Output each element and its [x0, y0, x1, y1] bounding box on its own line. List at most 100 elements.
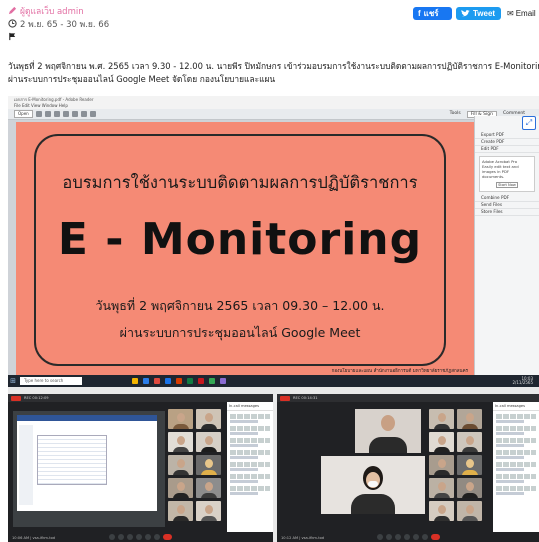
open-button[interactable]: Open: [14, 110, 33, 118]
participant-tile[interactable]: [429, 409, 454, 429]
leave-call-button[interactable]: [163, 534, 172, 540]
email-icon[interactable]: [53, 111, 60, 117]
participant-tile[interactable]: [457, 501, 482, 521]
windows-taskbar: ⊞ Type here to search 10:03 2/11/2565: [8, 375, 539, 387]
taskbar-apps: [132, 378, 226, 384]
next-page-icon[interactable]: [71, 111, 78, 117]
participant-face: [204, 436, 213, 445]
participant-body: [433, 424, 450, 429]
chat-message-body: [496, 420, 524, 423]
participant-face: [437, 505, 446, 514]
twitter-share-button[interactable]: Tweet: [456, 7, 501, 20]
participant-tile[interactable]: [429, 432, 454, 452]
participant-face: [204, 482, 213, 491]
post-date: 2 พ.ย. 65 - 30 พ.ย. 66: [20, 19, 110, 30]
windows-start-icon[interactable]: ⊞: [8, 375, 18, 387]
captions-icon[interactable]: [127, 534, 133, 540]
prev-page-icon[interactable]: [62, 111, 69, 117]
participant-face: [204, 413, 213, 422]
chat-message-body: [496, 480, 524, 483]
participant-tile[interactable]: [168, 501, 193, 521]
participant-tile[interactable]: [168, 409, 193, 429]
participant-face: [437, 413, 446, 422]
leave-call-button[interactable]: [430, 534, 440, 540]
taskbar-search[interactable]: Type here to search: [20, 377, 82, 385]
participant-tile[interactable]: [196, 478, 221, 498]
chrome-icon[interactable]: [154, 378, 160, 384]
chat-message: [496, 474, 536, 479]
present-icon[interactable]: [412, 534, 419, 540]
meet-bottom-label: 10:06 AM | vsa-ifkm-tod: [12, 536, 56, 540]
main-speaker-video[interactable]: [321, 456, 425, 514]
edit-pdf-item[interactable]: Edit PDF: [475, 146, 539, 153]
meet-screenshot-right: REC 00:14:31 In-call messages 10:12 AM |…: [277, 394, 539, 542]
twitter-share-label: Tweet: [473, 9, 496, 18]
camera-icon[interactable]: [385, 534, 392, 540]
export-pdf-item[interactable]: Export PDF: [475, 132, 539, 139]
save-icon[interactable]: [35, 111, 42, 117]
powerpoint-icon[interactable]: [176, 378, 182, 384]
chat-message-body: [230, 468, 258, 471]
participant-tile[interactable]: [196, 432, 221, 452]
captions-icon[interactable]: [394, 534, 401, 540]
participant-face: [437, 482, 446, 491]
acrobat-icon[interactable]: [198, 378, 204, 384]
participant-tile[interactable]: [457, 432, 482, 452]
edge-icon[interactable]: [143, 378, 149, 384]
participant-tile[interactable]: [168, 455, 193, 475]
start-now-button[interactable]: Start Now: [496, 182, 518, 188]
reader-right-panel: ⤢ Export PDF Create PDF Edit PDF Adobe A…: [474, 116, 539, 380]
participant-tile[interactable]: [168, 432, 193, 452]
facebook-share-button[interactable]: f แชร์: [413, 7, 452, 20]
raise-hand-icon[interactable]: [403, 534, 410, 540]
teams-icon[interactable]: [220, 378, 226, 384]
participant-face: [176, 505, 185, 514]
participant-tile[interactable]: [196, 409, 221, 429]
camera-icon[interactable]: [118, 534, 124, 540]
chat-message-body: [230, 444, 258, 447]
participant-tile[interactable]: [429, 478, 454, 498]
file-explorer-icon[interactable]: [132, 378, 138, 384]
word-icon[interactable]: [165, 378, 171, 384]
participant-body: [200, 516, 217, 521]
meet-top-label: REC 00:12:09: [24, 396, 49, 400]
post-author[interactable]: ผู้ดูแลเว็บ admin: [20, 4, 84, 18]
participant-tile[interactable]: [457, 478, 482, 498]
participant-tile[interactable]: [457, 409, 482, 429]
excel-icon[interactable]: [187, 378, 193, 384]
presenter-video[interactable]: [355, 409, 421, 453]
zoom-out-icon[interactable]: [80, 111, 87, 117]
send-files-item[interactable]: Send Files: [475, 202, 539, 209]
flag-icon[interactable]: [8, 32, 17, 41]
participant-tile[interactable]: [457, 455, 482, 475]
combine-pdf-item[interactable]: Combine PDF: [475, 195, 539, 202]
chat-message-body: [496, 492, 524, 495]
more-options-icon[interactable]: [154, 534, 160, 540]
more-options-icon[interactable]: [421, 534, 428, 540]
email-share-button[interactable]: ✉ Email: [505, 7, 537, 20]
participant-tile[interactable]: [168, 478, 193, 498]
participant-tile[interactable]: [196, 501, 221, 521]
create-pdf-item[interactable]: Create PDF: [475, 139, 539, 146]
acrobat-promo: Adobe Acrobat Pro Easily edit text and i…: [479, 156, 535, 192]
email-share-label: Email: [515, 9, 536, 18]
raise-hand-icon[interactable]: [136, 534, 142, 540]
presenter-face: [381, 415, 395, 431]
participant-tile[interactable]: [196, 455, 221, 475]
chat-message-body: [230, 456, 258, 459]
participant-body: [172, 493, 189, 498]
meet-icon[interactable]: [209, 378, 215, 384]
present-icon[interactable]: [145, 534, 151, 540]
shared-window-table: [37, 435, 107, 485]
mic-icon[interactable]: [109, 534, 115, 540]
mic-icon[interactable]: [376, 534, 383, 540]
expand-icon[interactable]: ⤢: [522, 116, 536, 130]
store-files-item[interactable]: Store Files: [475, 209, 539, 216]
tools-tab[interactable]: Tools: [450, 111, 461, 118]
presenter-body: [369, 437, 407, 453]
participant-tile[interactable]: [429, 455, 454, 475]
zoom-in-icon[interactable]: [89, 111, 96, 117]
chat-message: [496, 414, 536, 419]
print-icon[interactable]: [44, 111, 51, 117]
participant-tile[interactable]: [429, 501, 454, 521]
